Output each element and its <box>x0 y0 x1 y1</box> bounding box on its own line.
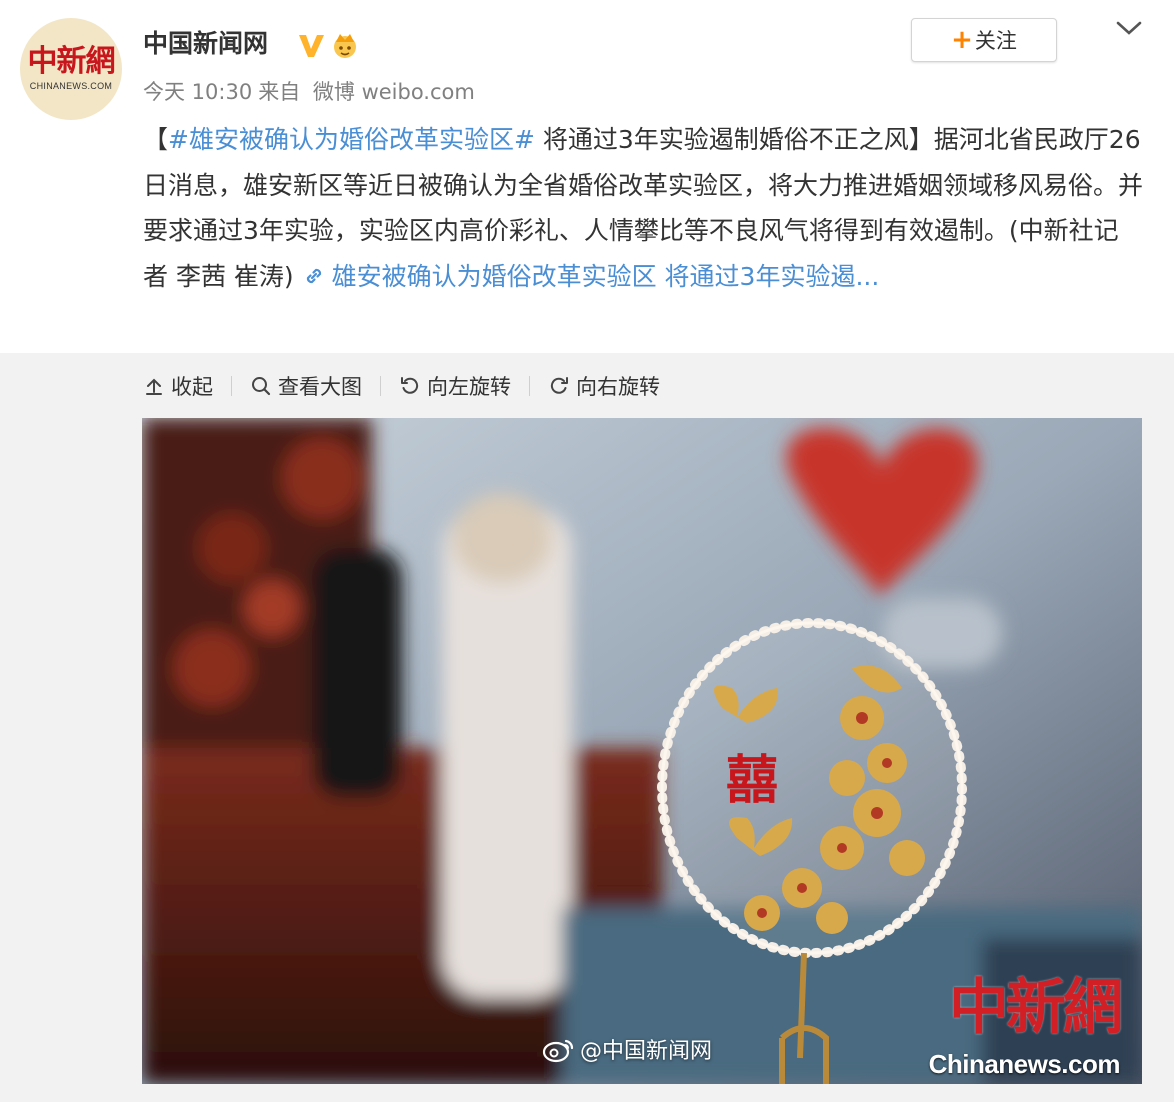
post-photo[interactable]: 囍 @中国新闻网 中新網 Chinanews.com <box>142 418 1142 1084</box>
collapse-up-icon <box>146 378 162 395</box>
rotate-right-icon <box>550 377 568 394</box>
topic-hashtag[interactable]: #雄安被确认为婚俗改革实验区# <box>168 125 535 154</box>
post-text: 【#雄安被确认为婚俗改革实验区# 将通过3年实验遏制婚俗不正之风】据河北省民政厅… <box>143 117 1143 299</box>
avatar[interactable]: 中新網 CHINANEWS.COM <box>20 18 122 120</box>
headline: 将通过3年实验遏制婚俗不正之风】 <box>534 125 934 154</box>
rotate-left-button[interactable]: 向左旋转 <box>399 371 511 401</box>
avatar-logo-domain: CHINANEWS.COM <box>29 81 113 91</box>
link-icon <box>306 268 321 283</box>
chinanews-watermark-logo: 中新網 <box>949 973 1123 1043</box>
toolbar-divider <box>231 376 232 396</box>
article-link[interactable]: 雄安被确认为婚俗改革实验区 将通过3年实验遏... <box>302 261 880 291</box>
toolbar-divider <box>380 376 381 396</box>
post-meta: 今天 10:30 来自 微博 weibo.com <box>143 77 481 107</box>
follow-label: 关注 <box>974 29 1017 53</box>
open-bracket: 【 <box>143 125 169 154</box>
image-toolbar: 收起 查看大图 向左旋转 向右旋转 <box>143 368 660 404</box>
toolbar-divider <box>529 376 530 396</box>
double-happiness-glyph: 囍 <box>726 750 778 811</box>
post-source[interactable]: 微博 weibo.com <box>313 80 475 104</box>
article-link-text: 雄安被确认为婚俗改革实验区 将通过3年实验遏... <box>331 261 880 291</box>
rotate-left-label: 向左旋转 <box>427 375 511 399</box>
collapse-label: 收起 <box>171 375 213 399</box>
rotate-left-icon <box>401 377 419 394</box>
post-time[interactable]: 今天 10:30 <box>143 80 252 104</box>
search-icon <box>252 377 271 396</box>
collapse-button[interactable]: 收起 <box>143 371 213 401</box>
rotate-right-label: 向右旋转 <box>576 375 660 399</box>
chevron-down-icon[interactable] <box>1114 18 1144 40</box>
source-prefix: 来自 <box>258 80 301 104</box>
weibo-post-card: 中新網 CHINANEWS.COM 中国新闻网 今天 10:30 来自 微博 we… <box>0 0 1174 1102</box>
plus-icon: + <box>951 25 973 55</box>
verified-v-icon[interactable] <box>296 30 326 60</box>
crown-icon[interactable] <box>330 30 360 60</box>
weibo-icon <box>542 1039 574 1063</box>
weibo-watermark: @中国新闻网 <box>542 1033 712 1065</box>
chinanews-watermark-domain: Chinanews.com <box>928 1049 1121 1079</box>
view-large-label: 查看大图 <box>278 375 362 399</box>
follow-button[interactable]: + 关注 <box>911 18 1057 62</box>
view-large-button[interactable]: 查看大图 <box>250 371 362 401</box>
account-name[interactable]: 中国新闻网 <box>143 26 268 62</box>
rotate-right-button[interactable]: 向右旋转 <box>548 371 660 401</box>
avatar-logo-text: 中新網 <box>27 44 116 79</box>
watermark-handle: @中国新闻网 <box>580 1039 713 1064</box>
